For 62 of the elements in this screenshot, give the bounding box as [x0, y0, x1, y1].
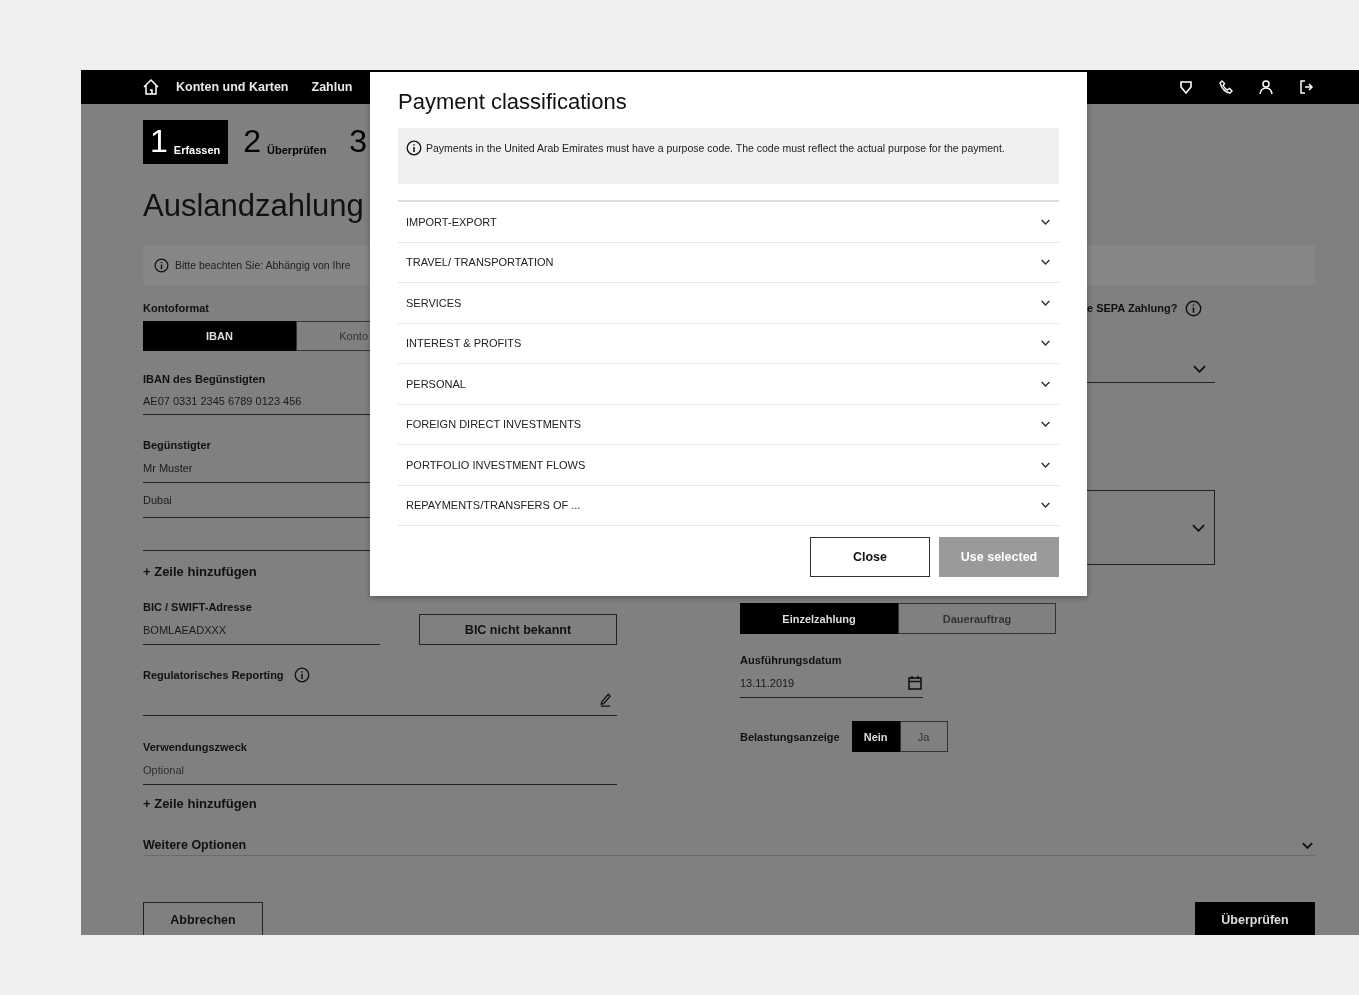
logout-icon[interactable]: [1298, 79, 1314, 95]
more-options-label: Weitere Optionen: [143, 838, 247, 852]
category-label: TRAVEL/ TRANSPORTATION: [406, 256, 554, 269]
field-label: IBAN des Begünstigten: [143, 372, 266, 387]
step-indicator: 3: [348, 122, 369, 161]
category-label: IMPORT-EXPORT: [406, 215, 497, 228]
info-icon: [154, 257, 169, 273]
purpose-field[interactable]: Optional: [143, 755, 617, 785]
segment-option[interactable]: IBAN: [143, 321, 296, 351]
category-accordion-item[interactable]: TRAVEL/ TRANSPORTATION: [398, 242, 1059, 283]
step-indicator: 2 Überprüfen: [242, 122, 328, 161]
category-label: PORTFOLIO INVESTMENT FLOWS: [406, 458, 586, 471]
field-label: BIC / SWIFT-Adresse: [143, 600, 252, 615]
category-accordion-item[interactable]: PERSONAL: [398, 364, 1059, 405]
category-accordion-item[interactable]: PORTFOLIO INVESTMENT FLOWS: [398, 445, 1059, 486]
add-line-link[interactable]: + Zeile hinzufügen: [143, 785, 257, 821]
chevron-down-icon: [1193, 364, 1206, 373]
dialog-title: Payment classifications: [398, 88, 628, 116]
nav-link[interactable]: Zahlun: [311, 80, 353, 94]
chevron-down-icon: [1192, 523, 1205, 532]
segment-option[interactable]: Nein: [851, 721, 900, 752]
calendar-icon[interactable]: [907, 674, 923, 691]
segment-option[interactable]: Einzelzahlung: [740, 603, 898, 634]
field-label: Ausführungsdatum: [740, 653, 842, 668]
field-label: Regulatorisches Reporting: [143, 668, 284, 683]
category-label: SERVICES: [406, 296, 462, 309]
close-button[interactable]: Close: [810, 537, 930, 577]
info-icon: [406, 140, 422, 156]
category-label: INTEREST & PROFITS: [406, 337, 522, 350]
date-field[interactable]: 13.11.2019: [740, 668, 923, 698]
bic-unknown-button[interactable]: BIC nicht bekannt: [419, 614, 617, 645]
category-accordion-item[interactable]: SERVICES: [398, 283, 1059, 324]
date-value: 13.11.2019: [740, 676, 795, 689]
step-indicator: 1 Erfassen: [143, 120, 229, 164]
bic-field[interactable]: BOMLAEADXXX: [143, 615, 380, 645]
field-label: Belastungsanzeige: [740, 729, 840, 745]
cancel-button[interactable]: Abbrechen: [143, 902, 263, 935]
field-label: Kontoformat: [143, 301, 209, 316]
add-line-link[interactable]: + Zeile hinzufügen: [143, 551, 257, 591]
field-label: Begünstigter: [143, 438, 211, 453]
user-icon[interactable]: [1258, 79, 1274, 95]
category-accordion-item[interactable]: REPAYMENTS/TRANSFERS OF ...: [398, 485, 1059, 526]
sepa-question-label: e SEPA Zahlung?: [1087, 301, 1178, 316]
category-label: REPAYMENTS/TRANSFERS OF ...: [406, 499, 581, 512]
category-accordion-item[interactable]: INTEREST & PROFITS: [398, 323, 1059, 364]
info-icon[interactable]: [1185, 299, 1203, 317]
category-label: FOREIGN DIRECT INVESTMENTS: [406, 418, 582, 431]
pencil-icon[interactable]: [598, 691, 613, 707]
review-button[interactable]: Überprüfen: [1195, 902, 1315, 935]
info-text: Payments in the United Arab Emirates must have a purpose code. The code must reflect the actual purpose for the payment.: [426, 141, 1005, 156]
category-label: PERSONAL: [406, 377, 466, 390]
notice-text: Bitte beachten Sie: Abhängig von Ihre: [175, 259, 351, 271]
info-icon[interactable]: [293, 667, 310, 683]
home-icon[interactable]: [142, 78, 160, 96]
field-label: Verwendungszweck: [143, 740, 247, 755]
page-title: Auslandzahlung: [143, 187, 364, 225]
category-accordion-item[interactable]: IMPORT-EXPORT: [398, 202, 1059, 243]
category-accordion-item[interactable]: FOREIGN DIRECT INVESTMENTS: [398, 404, 1059, 445]
nav-link[interactable]: Konten und Karten: [176, 80, 289, 94]
shield-icon[interactable]: [1178, 79, 1194, 95]
phone-icon[interactable]: [1218, 79, 1234, 95]
more-options-row[interactable]: Weitere Optionen: [143, 835, 1315, 856]
